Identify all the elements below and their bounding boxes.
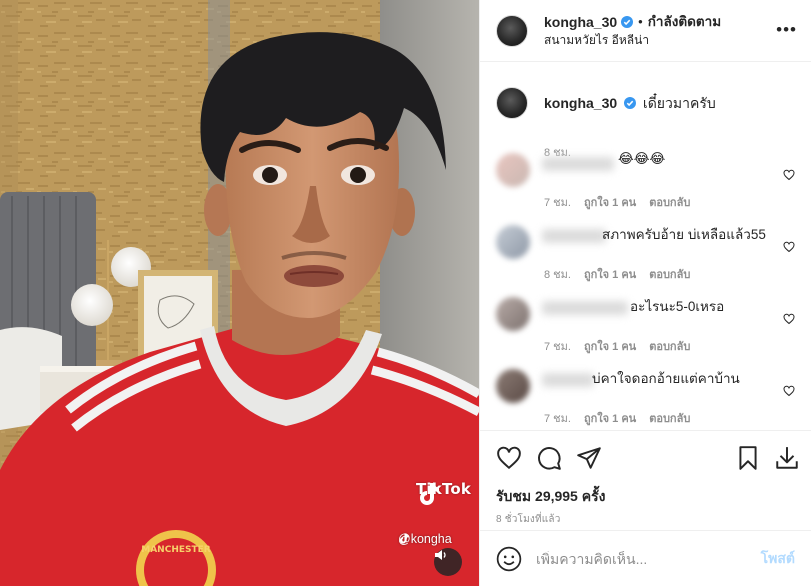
post-timestamp: 8 ชั่วโมงที่แล้ว (496, 514, 561, 525)
instagram-post-modal: MANCHESTER TikTok @kongha kongha_30 • กำ… (0, 0, 811, 586)
commenter-avatar[interactable] (496, 225, 530, 259)
tiktok-watermark: TikTok (416, 480, 471, 505)
commenter-username[interactable] (542, 373, 594, 387)
comment-meta: 8 ชม. ถูกใจ 1 คน ตอบกลับ (544, 265, 690, 283)
comment-item: บ่คาใจดอกอ้ายแต่คาบ้าน 7 ชม. ถูกใจ 1 คน … (496, 367, 795, 427)
comment-item: 😂😂😂 7 ชม. ถูกใจ 1 คน ตอบกลับ (496, 151, 795, 211)
comment-likes[interactable]: ถูกใจ 1 คน (584, 337, 636, 355)
comment-likes[interactable]: ถูกใจ 1 คน (584, 409, 636, 427)
comment-time: 8 ชม. (544, 269, 571, 281)
following-button[interactable]: กำลังติดตาม (648, 13, 721, 31)
verified-badge-icon (621, 15, 634, 28)
comment-heart-icon[interactable] (783, 241, 795, 253)
more-options-icon[interactable]: ••• (776, 20, 797, 40)
comment-icon[interactable] (536, 445, 562, 471)
sound-on-icon (435, 550, 446, 560)
tiktok-mini-icon (399, 533, 409, 544)
comment-time: 7 ชม. (544, 341, 571, 353)
download-icon[interactable] (774, 445, 800, 471)
sound-toggle-button[interactable] (434, 548, 462, 576)
video-frame: MANCHESTER (0, 0, 479, 586)
comment-meta: 7 ชม. ถูกใจ 1 คน ตอบกลับ (544, 193, 690, 211)
author-avatar[interactable] (496, 14, 528, 47)
comment-text: 😂😂😂 (618, 151, 666, 166)
share-icon[interactable] (576, 445, 602, 471)
comment-time: 7 ชม. (544, 197, 571, 209)
reply-button[interactable]: ตอบกลับ (649, 265, 690, 283)
comment-meta: 7 ชม. ถูกใจ 1 คน ตอบกลับ (544, 409, 690, 427)
tiktok-handle: @kongha (398, 532, 452, 546)
comment-likes[interactable]: ถูกใจ 1 คน (584, 265, 636, 283)
heart-icon[interactable] (496, 445, 522, 471)
comment-text: สภาพครับอ้าย บ่เหลือแล้ว55 (602, 227, 766, 242)
commenter-avatar[interactable] (496, 369, 530, 403)
commenter-avatar[interactable] (496, 153, 530, 187)
post-location[interactable]: สนามหวัยไร อีหลีน่า (544, 31, 721, 49)
comment-meta: 7 ชม. ถูกใจ 1 คน ตอบกลับ (544, 337, 690, 355)
header-separator: • (638, 13, 643, 29)
comment-input[interactable] (536, 550, 761, 567)
caption-author-avatar[interactable] (496, 87, 528, 119)
commenter-username[interactable] (542, 229, 606, 243)
verified-badge-icon (624, 97, 637, 109)
comment-item: สภาพครับอ้าย บ่เหลือแล้ว55 8 ชม. ถูกใจ 1… (496, 223, 795, 283)
comment-heart-icon[interactable] (783, 313, 795, 325)
caption-author-username[interactable]: kongha_30 (544, 95, 617, 111)
comment-text: บ่คาใจดอกอ้ายแต่คาบ้าน (592, 371, 740, 386)
post-action-bar (480, 430, 811, 482)
caption-text: เดี๋ยวมาครับ (642, 95, 716, 111)
comment-time: 7 ชม. (544, 413, 571, 425)
comment-heart-icon[interactable] (783, 169, 795, 181)
reply-button[interactable]: ตอบกลับ (649, 193, 690, 211)
post-comment-button[interactable]: โพสต์ (761, 548, 795, 570)
view-count[interactable]: รับชม 29,995 ครั้ง (496, 486, 605, 508)
comment-heart-icon[interactable] (783, 385, 795, 397)
commenter-avatar[interactable] (496, 297, 530, 331)
post-details-panel: kongha_30 • กำลังติดตาม สนามหวัยไร อีหลี… (479, 0, 811, 586)
comment-likes[interactable]: ถูกใจ 1 คน (584, 193, 636, 211)
comment-text: อะไรนะ5-0เหรอ (630, 299, 725, 314)
commenter-username[interactable] (542, 301, 628, 315)
comments-list[interactable]: kongha_30 เดี๋ยวมาครับ 8 ชม. 😂😂😂 7 ชม. ถ… (480, 63, 811, 429)
post-video[interactable]: MANCHESTER TikTok @kongha (0, 0, 479, 586)
emoji-icon[interactable] (496, 546, 522, 572)
reply-button[interactable]: ตอบกลับ (649, 409, 690, 427)
tiktok-logo-icon (420, 483, 439, 505)
bookmark-icon[interactable] (735, 445, 761, 471)
jersey-crest-text: MANCHESTER (141, 545, 211, 555)
post-header: kongha_30 • กำลังติดตาม สนามหวัยไร อีหลี… (480, 0, 811, 62)
comment-item: อะไรนะ5-0เหรอ 7 ชม. ถูกใจ 1 คน ตอบกลับ (496, 295, 795, 355)
reply-button[interactable]: ตอบกลับ (649, 337, 690, 355)
commenter-username[interactable] (542, 157, 614, 171)
comment-composer: โพสต์ (480, 530, 811, 586)
author-username[interactable]: kongha_30 (544, 13, 617, 31)
